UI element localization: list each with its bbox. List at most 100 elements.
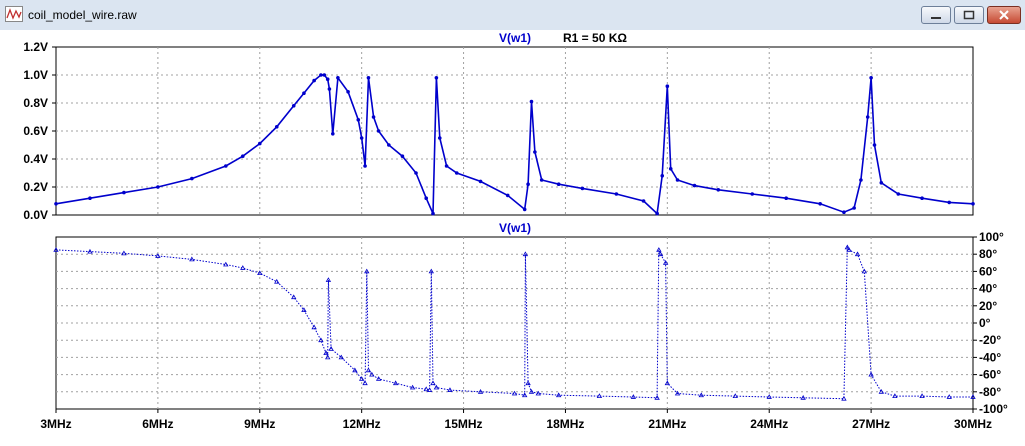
minimize-button[interactable]	[921, 6, 951, 24]
magnitude-ytick-label: 0.8V	[23, 96, 48, 110]
xtick-label: 21MHz	[648, 417, 686, 431]
magnitude-data-point	[336, 76, 340, 80]
magnitude-ytick-label: 0.2V	[23, 180, 48, 194]
magnitude-data-point	[971, 202, 975, 206]
magnitude-data-point	[454, 171, 459, 175]
magnitude-data-point	[529, 99, 534, 104]
plot-canvas: V(w1) R1 = 50 KΩ 0.0V 0.2V 0.4V 0.6V 0.8V 1.0…	[23, 31, 1008, 431]
magnitude-data-point	[363, 164, 367, 168]
phase-data-point	[240, 265, 246, 270]
phase-ytick-label: 80°	[979, 247, 997, 261]
magnitude-data-point	[655, 211, 659, 216]
annotation-r1: R1 = 50 KΩ	[563, 31, 627, 45]
magnitude-data-point	[319, 73, 323, 77]
magnitude-data-point	[842, 210, 846, 214]
phase-ytick-label: 40°	[979, 282, 997, 296]
magnitude-data-point	[291, 104, 296, 108]
xtick-label: 12MHz	[343, 417, 381, 431]
magnitude-data-point	[872, 143, 877, 147]
phase-data-point	[841, 395, 847, 401]
magnitude-data-point	[54, 202, 58, 206]
xtick-label: 30MHz	[954, 417, 992, 431]
magnitude-data-point	[274, 125, 279, 129]
magnitude-data-point	[533, 150, 537, 154]
magnitude-data-point	[784, 196, 789, 200]
magnitude-data-point	[879, 181, 884, 185]
magnitude-data-point	[675, 178, 680, 182]
magnitude-data-point	[668, 167, 673, 171]
phase-data-point	[430, 380, 436, 386]
magnitude-data-point	[556, 182, 561, 186]
magnitude-pane: V(w1) R1 = 50 KΩ 0.0V 0.2V 0.4V 0.6V 0.8V 1.0…	[23, 31, 975, 222]
xtick-label: 15MHz	[445, 417, 483, 431]
magnitude-data-point	[400, 154, 405, 158]
magnitude-data-point	[327, 87, 332, 91]
magnitude-data-point	[539, 178, 544, 182]
phase-data-point	[426, 387, 433, 392]
magnitude-data-point	[359, 136, 364, 140]
close-icon	[999, 10, 1009, 20]
magnitude-data-point	[156, 185, 160, 189]
phase-ytick-label: 0°	[979, 316, 991, 330]
xtick-label: 9MHz	[244, 417, 275, 431]
magnitude-data-point	[437, 136, 442, 140]
magnitude-data-point	[852, 206, 856, 210]
magnitude-data-point	[414, 171, 418, 175]
magnitude-data-point	[896, 192, 901, 196]
pane-title-phase: V(w1)	[499, 221, 531, 235]
xtick-label: 24MHz	[750, 417, 788, 431]
magnitude-data-point	[641, 199, 646, 203]
magnitude-data-point	[818, 202, 822, 206]
magnitude-ytick-label: 0.6V	[23, 124, 48, 138]
magnitude-data-point	[346, 90, 350, 94]
magnitude-data-point	[312, 78, 316, 83]
maximize-button[interactable]	[954, 6, 984, 24]
phase-ytick-label: -100°	[979, 402, 1008, 416]
magnitude-ytick-label: 1.0V	[23, 68, 48, 82]
phase-data-point	[861, 268, 868, 274]
xtick-label: 27MHz	[852, 417, 890, 431]
phase-pane: V(w1) 100° 80° 60° 40° 20° 0° -20° -40° -60° -80°…	[40, 221, 1008, 431]
magnitude-data-point	[376, 129, 381, 133]
magnitude-data-point	[947, 200, 952, 205]
magnitude-data-point	[322, 73, 327, 77]
magnitude-data-point	[431, 211, 435, 216]
plot-area: V(w1) R1 = 50 KΩ 0.0V 0.2V 0.4V 0.6V 0.8V 1.0…	[0, 30, 1025, 441]
magnitude-ytick-label: 0.4V	[23, 152, 48, 166]
xtick-label: 6MHz	[142, 417, 173, 431]
phase-data-point	[365, 367, 372, 373]
phase-data-point	[274, 278, 280, 284]
phase-data-point	[423, 386, 429, 392]
magnitude-data-point	[325, 77, 330, 81]
phase-ytick-label: -40°	[979, 350, 1001, 364]
maximize-icon	[963, 10, 975, 20]
magnitude-data-point	[522, 207, 527, 212]
phase-ytick-label: 100°	[979, 230, 1004, 244]
magnitude-data-point	[478, 179, 483, 184]
magnitude-data-point	[424, 196, 428, 200]
magnitude-data-point	[190, 176, 194, 181]
magnitude-data-point	[859, 178, 863, 182]
magnitude-series-line	[55, 74, 974, 216]
magnitude-data-point	[240, 154, 245, 158]
phase-ytick-label: 60°	[979, 264, 997, 278]
magnitude-data-point	[257, 141, 262, 146]
phase-ytick-label: 20°	[979, 299, 997, 313]
waveform-app-icon	[5, 6, 23, 22]
phase-series-line	[55, 245, 973, 400]
magnitude-data-point	[750, 192, 755, 196]
magnitude-data-point	[387, 143, 391, 147]
phase-data-point	[223, 261, 229, 267]
magnitude-data-point	[356, 118, 361, 122]
magnitude-data-point	[505, 193, 510, 198]
magnitude-data-point	[371, 115, 376, 119]
magnitude-data-point	[366, 76, 371, 80]
close-button[interactable]	[987, 6, 1021, 24]
magnitude-data-point	[692, 183, 697, 188]
phase-frame	[55, 236, 974, 410]
magnitude-frame	[55, 46, 974, 216]
phase-data-point	[362, 380, 368, 386]
magnitude-data-point	[614, 192, 619, 196]
window-titlebar: coil_model_wire.raw	[0, 0, 1025, 31]
minimize-icon	[931, 17, 941, 19]
